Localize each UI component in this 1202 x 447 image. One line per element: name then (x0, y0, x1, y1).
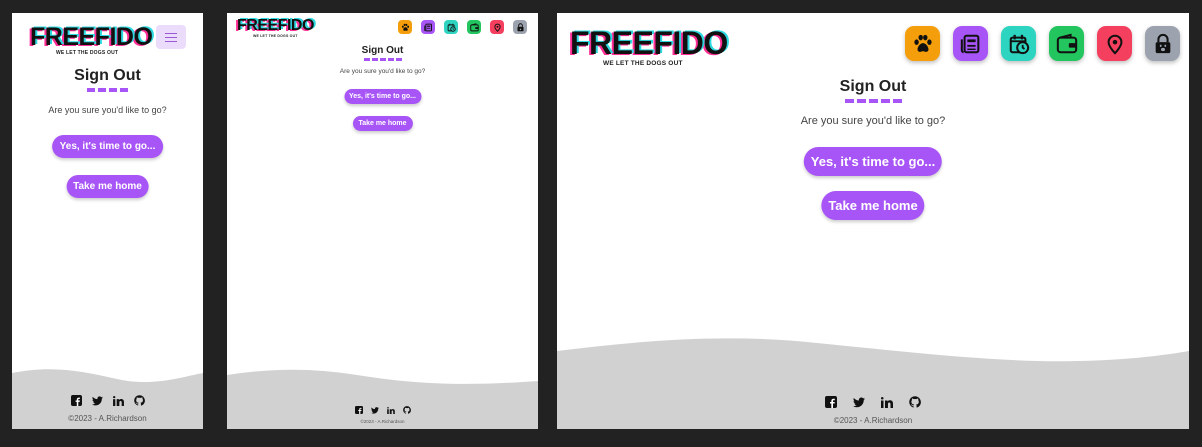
title-underline (363, 58, 403, 61)
calendar-clock-icon (447, 23, 456, 32)
calendar-clock-icon (1009, 34, 1029, 54)
linkedin-icon[interactable] (881, 396, 893, 408)
map-pin-icon (493, 23, 501, 32)
lock-paw-icon (1155, 33, 1170, 53)
menu-icon (165, 32, 177, 34)
github-icon[interactable] (402, 406, 411, 414)
copyright: ©2023 - A.Richardson (68, 414, 147, 423)
linkedin-icon[interactable] (112, 395, 124, 406)
nav-calendar-button[interactable] (1001, 26, 1036, 61)
social-links (12, 395, 203, 406)
nav-news-button[interactable] (953, 26, 988, 61)
github-icon[interactable] (909, 396, 921, 408)
nav-news-button[interactable] (421, 20, 435, 34)
title-underline (843, 99, 903, 103)
confirm-signout-button[interactable]: Yes, it's time to go... (343, 89, 422, 104)
brand-name: FREEFIDO (570, 25, 728, 61)
main-nav (905, 26, 1180, 61)
newspaper-icon (423, 23, 432, 31)
nav-calendar-button[interactable] (444, 20, 458, 34)
brand-logo[interactable]: FREEFIDO FREEFIDO FREEFIDO WE LET THE DO… (568, 25, 730, 68)
twitter-icon[interactable] (370, 406, 379, 414)
signout-question: Are you sure you'd like to go? (800, 115, 946, 127)
tablet-preview: FREEFIDO FREEFIDO FREEFIDO WE LET THE DO… (227, 13, 538, 429)
signout-question: Are you sure you'd like to go? (339, 68, 426, 75)
take-me-home-button[interactable]: Take me home (352, 116, 413, 131)
page-title: Sign Out (74, 67, 141, 84)
signout-question: Are you sure you'd like to go? (48, 105, 167, 115)
page-title: Sign Out (361, 45, 404, 56)
paw-icon (401, 23, 409, 31)
brand-name: FREEFIDO (30, 23, 153, 51)
brand-tagline: WE LET THE DOGS OUT (253, 34, 298, 38)
twitter-icon[interactable] (853, 397, 865, 408)
confirm-signout-button[interactable]: Yes, it's time to go... (803, 147, 943, 176)
social-links (557, 396, 1189, 408)
desktop-preview: FREEFIDO FREEFIDO FREEFIDO WE LET THE DO… (557, 13, 1189, 429)
title-underline (86, 88, 130, 92)
nav-wallet-button[interactable] (1049, 26, 1084, 61)
nav-paw-button[interactable] (398, 20, 412, 34)
main-nav (398, 20, 527, 34)
facebook-icon[interactable] (825, 396, 837, 408)
github-icon[interactable] (133, 395, 145, 406)
nav-paw-button[interactable] (905, 26, 940, 61)
confirm-signout-button[interactable]: Yes, it's time to go... (51, 135, 164, 158)
nav-lock-button[interactable] (1145, 26, 1180, 61)
footer-wave (557, 338, 1189, 429)
social-links (227, 406, 538, 414)
hamburger-menu-button[interactable] (156, 25, 186, 49)
facebook-icon[interactable] (70, 395, 82, 406)
nav-lock-button[interactable] (513, 20, 527, 34)
page-title: Sign Out (839, 78, 907, 95)
nav-map-button[interactable] (1097, 26, 1132, 61)
brand-name: FREEFIDO (237, 17, 314, 34)
take-me-home-button[interactable]: Take me home (66, 175, 149, 198)
paw-icon (913, 34, 932, 52)
brand-logo[interactable]: FREEFIDO FREEFIDO FREEFIDO WE LET THE DO… (235, 17, 316, 39)
nav-map-button[interactable] (490, 20, 504, 34)
facebook-icon[interactable] (354, 406, 363, 414)
wallet-icon (1056, 33, 1077, 53)
brand-logo[interactable]: FREEFIDO FREEFIDO FREEFIDO WE LET THE DO… (28, 23, 155, 56)
copyright: ©2023 - A.Richardson (833, 416, 913, 425)
lock-paw-icon (517, 22, 523, 31)
twitter-icon[interactable] (91, 395, 103, 406)
map-pin-icon (1107, 34, 1122, 55)
take-me-home-button[interactable]: Take me home (821, 191, 925, 220)
wallet-icon (469, 22, 479, 31)
nav-wallet-button[interactable] (467, 20, 481, 34)
newspaper-icon (960, 34, 979, 53)
mobile-preview: FREEFIDO FREEFIDO FREEFIDO WE LET THE DO… (12, 13, 203, 429)
copyright: ©2023 - A.Richardson (360, 419, 405, 424)
linkedin-icon[interactable] (386, 406, 395, 414)
